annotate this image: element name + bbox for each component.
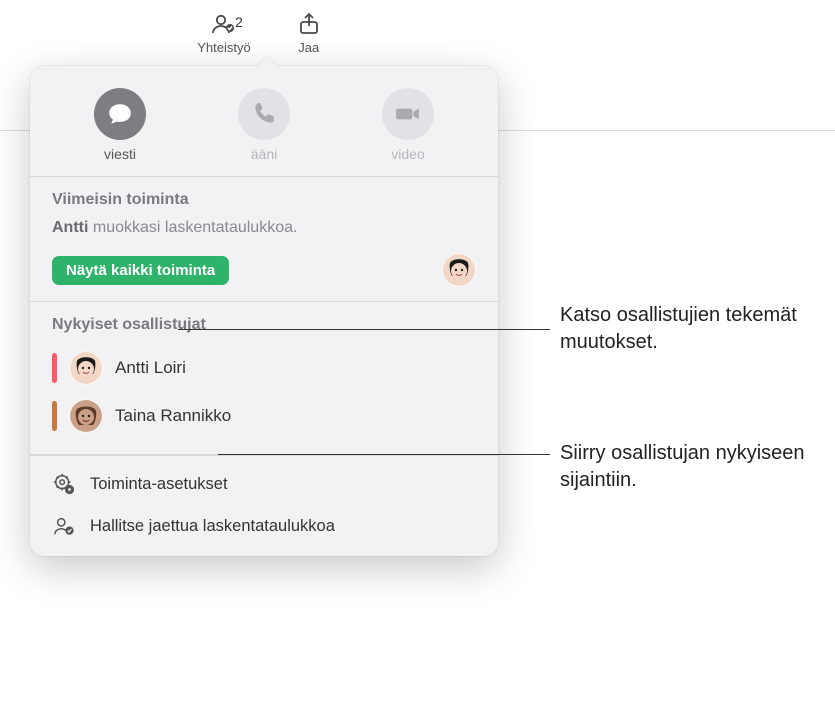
manage-shared-button[interactable]: Hallitse jaettua laskentataulukkoa — [30, 508, 498, 550]
participant-row[interactable]: Taina Rannikko — [52, 392, 476, 440]
video-button[interactable]: video — [382, 88, 434, 162]
share-label: Jaa — [298, 40, 319, 55]
activity-description: muokkasi laskentataulukkoa. — [93, 219, 298, 236]
settings-section: Toiminta-asetukset Hallitse jaettua lask… — [30, 455, 498, 550]
activity-title: Viimeisin toiminta — [52, 191, 476, 209]
participant-color-bar — [52, 353, 57, 383]
people-check-icon — [52, 514, 76, 538]
participants-title: Nykyiset osallistujat — [52, 316, 476, 334]
activity-settings-button[interactable]: Toiminta-asetukset — [30, 460, 498, 508]
message-icon — [94, 88, 146, 140]
message-button[interactable]: viesti — [94, 88, 146, 162]
activity-actor: Antti — [52, 219, 88, 236]
callout-line — [218, 454, 550, 455]
collaborate-button[interactable]: 2 Yhteistyö — [197, 12, 250, 55]
share-button[interactable]: Jaa — [295, 12, 323, 55]
participant-name: Antti Loiri — [115, 358, 186, 378]
people-icon — [210, 12, 238, 36]
communication-row: viesti ääni video — [30, 66, 498, 177]
video-icon — [382, 88, 434, 140]
toolbar: 2 Yhteistyö Jaa — [0, 12, 520, 55]
audio-label: ääni — [251, 146, 277, 162]
participant-color-bar — [52, 401, 57, 431]
participant-avatar — [69, 399, 103, 433]
participant-row[interactable]: Antti Loiri — [52, 344, 476, 392]
manage-shared-label: Hallitse jaettua laskentataulukkoa — [90, 517, 335, 536]
callout-changes: Katso osallistujien tekemät muutokset. — [560, 302, 830, 356]
collaboration-popover: viesti ääni video Viimeisin toiminta Ant… — [30, 66, 498, 556]
video-label: video — [391, 146, 424, 162]
activity-entry: Antti muokkasi laskentataulukkoa. — [52, 219, 476, 237]
callout-line — [178, 329, 550, 330]
collaborate-count: 2 — [235, 14, 243, 30]
show-all-activity-button[interactable]: Näytä kaikki toiminta — [52, 256, 229, 285]
activity-settings-label: Toiminta-asetukset — [90, 475, 228, 494]
collaborate-label: Yhteistyö — [197, 40, 250, 55]
participant-avatar — [69, 351, 103, 385]
callout-jump: Siirry osallistujan nykyiseen sijaintiin… — [560, 440, 830, 494]
audio-button[interactable]: ääni — [238, 88, 290, 162]
participant-name: Taina Rannikko — [115, 406, 231, 426]
activity-section: Viimeisin toiminta Antti muokkasi lasken… — [30, 177, 498, 302]
phone-icon — [238, 88, 290, 140]
activity-avatar[interactable] — [442, 253, 476, 287]
gear-badge-icon — [52, 472, 76, 496]
participants-section: Nykyiset osallistujat Antti Loiri Taina … — [30, 302, 498, 455]
share-icon — [295, 12, 323, 36]
message-label: viesti — [104, 146, 136, 162]
